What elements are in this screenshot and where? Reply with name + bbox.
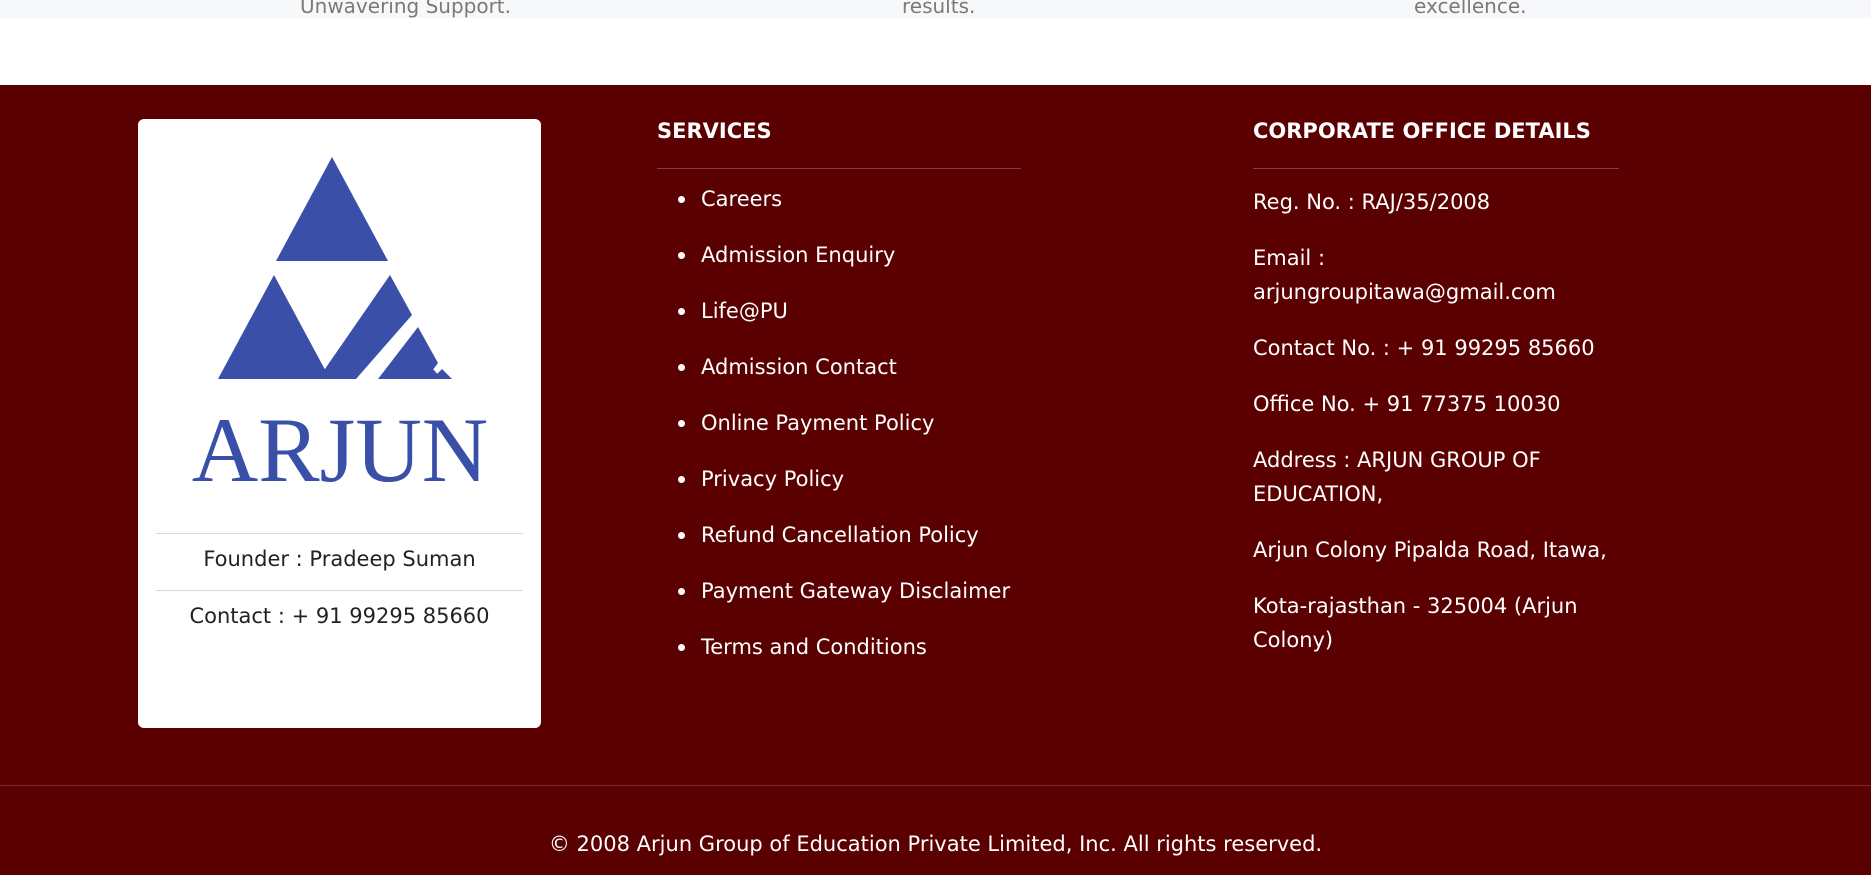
services-divider [657, 168, 1021, 169]
service-link-admission-contact[interactable]: Admission Contact [657, 353, 1010, 409]
previous-section-strip: Unwavering Support. results. excellence. [0, 0, 1871, 18]
office-heading: CORPORATE OFFICE DETAILS [1253, 119, 1591, 143]
site-footer: ARJUN Founder : Pradeep Suman Contact : … [0, 85, 1871, 875]
service-link-payment-gateway-disclaimer[interactable]: Payment Gateway Disclaimer [657, 577, 1010, 633]
contact-text: Contact : + 91 99295 85660 [189, 604, 490, 628]
feature-caption-3: excellence. [1414, 0, 1527, 18]
brand-card: ARJUN Founder : Pradeep Suman Contact : … [138, 119, 541, 728]
service-link-refund-cancellation-policy[interactable]: Refund Cancellation Policy [657, 521, 1010, 577]
services-list: Careers Admission Enquiry Life@PU Admiss… [657, 185, 1010, 689]
card-divider [156, 533, 523, 534]
office-address-line-1: Address : ARJUN GROUP OF EDUCATION, [1253, 448, 1541, 506]
service-link-careers[interactable]: Careers [657, 185, 1010, 241]
office-phone-no: Office No. + 91 77375 10030 [1253, 392, 1561, 416]
arjun-logo-icon[interactable]: ARJUN [186, 157, 493, 507]
founder-text: Founder : Pradeep Suman [203, 547, 476, 571]
office-email: Email : arjungroupitawa@gmail.com [1253, 246, 1556, 304]
service-link-online-payment-policy[interactable]: Online Payment Policy [657, 409, 1010, 465]
logo-wordmark: ARJUN [192, 399, 488, 501]
card-divider [156, 590, 523, 591]
service-link-privacy-policy[interactable]: Privacy Policy [657, 465, 1010, 521]
office-address-line-3: Kota-rajasthan - 325004 (Arjun Colony) [1253, 594, 1578, 652]
office-address-line-2: Arjun Colony Pipalda Road, Itawa, [1253, 538, 1607, 562]
services-heading: SERVICES [657, 119, 772, 143]
office-contact-no: Contact No. : + 91 99295 85660 [1253, 336, 1595, 360]
office-details: Reg. No. : RAJ/35/2008 Email : arjungrou… [1253, 185, 1633, 679]
feature-caption-2: results. [902, 0, 976, 18]
footer-bottom-divider [0, 785, 1871, 786]
copyright-text: © 2008 Arjun Group of Education Private … [548, 832, 1323, 856]
service-link-terms-and-conditions[interactable]: Terms and Conditions [657, 633, 1010, 689]
service-link-admission-enquiry[interactable]: Admission Enquiry [657, 241, 1010, 297]
office-divider [1253, 168, 1619, 169]
feature-caption-1: Unwavering Support. [300, 0, 511, 18]
office-reg-no: Reg. No. : RAJ/35/2008 [1253, 190, 1491, 214]
service-link-life-at-pu[interactable]: Life@PU [657, 297, 1010, 353]
